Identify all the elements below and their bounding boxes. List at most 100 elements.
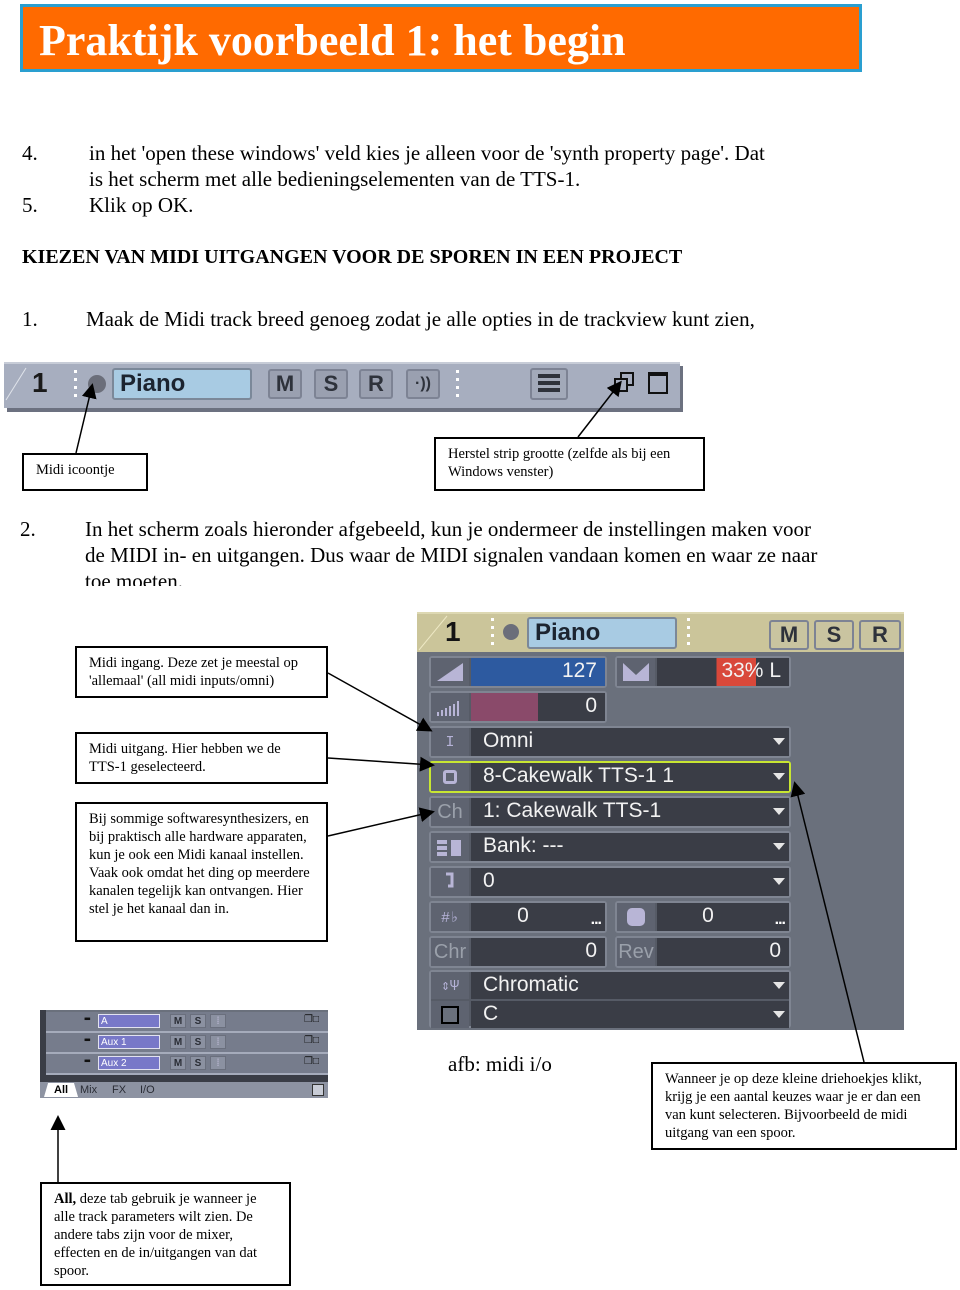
midi-output-value[interactable]: 8-Cakewalk TTS-1 1 [471, 763, 789, 791]
mini-waveform-icon[interactable]: ⁞ [210, 1014, 226, 1028]
key-value[interactable]: C [471, 1001, 789, 1028]
pan-control[interactable]: 33% L [615, 656, 791, 688]
restore-strip-size-icon[interactable] [614, 372, 634, 392]
dropdown-arrow-icon[interactable] [773, 738, 785, 745]
midi-output-dropdown[interactable]: 8-Cakewalk TTS-1 1 [429, 761, 791, 793]
step-4-line-2: is het scherm met alle bedieningselement… [89, 167, 581, 191]
drum-map-group: ⇕Ψ Chromatic C [429, 970, 791, 1028]
mini-solo-button[interactable]: S [190, 1056, 206, 1070]
solo-button[interactable]: S [314, 369, 348, 399]
patch-value[interactable]: 0 [471, 868, 789, 896]
mute-button[interactable]: M [268, 369, 302, 399]
track-name-field[interactable]: Piano [112, 368, 252, 400]
callout-all-tab-bold: All, [54, 1191, 77, 1207]
panel-drag-handle[interactable] [491, 618, 494, 646]
track-number: 1 [32, 367, 48, 398]
bank-value[interactable]: Bank: --- [471, 833, 789, 861]
mini-restore-icon[interactable]: ❐□ [304, 1056, 319, 1067]
bank-dropdown[interactable]: Bank: --- [429, 831, 791, 863]
panel-record-button[interactable]: R [859, 620, 901, 650]
mini-solo-button[interactable]: S [190, 1014, 206, 1028]
drag-grip-icon[interactable]: ▪▪▪ [84, 1035, 90, 1046]
drag-grip-icon[interactable]: ▪▪▪ [84, 1056, 90, 1067]
figure-caption: afb: midi i/o [448, 1052, 552, 1076]
tab-fx[interactable]: FX [112, 1083, 126, 1097]
tab-io[interactable]: I/O [140, 1083, 155, 1097]
pan-value[interactable]: 33% L [657, 658, 789, 686]
midi-input-value[interactable]: Omni [471, 728, 789, 756]
panel-midi-icon[interactable] [503, 624, 519, 640]
key-checkbox[interactable] [431, 1001, 469, 1028]
dropdown-arrow-icon[interactable] [773, 878, 785, 885]
pan-icon [617, 658, 655, 686]
key-offset-icon: #♭ [431, 903, 469, 931]
dropdown-arrow-icon[interactable] [773, 982, 785, 989]
mini-track-name[interactable]: A [98, 1014, 160, 1028]
input-echo-button[interactable]: ·)) [406, 369, 440, 399]
panel-drag-handle-2[interactable] [687, 618, 690, 646]
patch-dropdown[interactable]: 0 [429, 866, 791, 898]
panel-header: 1 Piano M S R [417, 612, 904, 652]
tab-all[interactable]: All [44, 1083, 79, 1097]
dropdown-arrow-icon[interactable] [773, 808, 785, 815]
midi-track-strip: 1 Piano M S R ·)) [4, 362, 680, 408]
mini-waveform-icon[interactable]: ⁞ [210, 1056, 226, 1070]
piano-roll-icon[interactable] [530, 368, 568, 400]
arrow-midi-input [327, 672, 433, 732]
panel-mute-button[interactable]: M [769, 620, 809, 650]
callout-midi-output: Midi uitgang. Hier hebben we de TTS-1 ge… [75, 732, 328, 784]
midi-output-icon [431, 763, 469, 791]
track-inspector-panel: 1 Piano M S R 127 33% L 0 I Omni 8-Cakew… [417, 612, 904, 1030]
dropdown-arrow-icon[interactable] [773, 773, 785, 780]
mini-track-row: ▪▪▪ Aux 2 M S ⁞ ❐□ [46, 1054, 328, 1075]
velocity-control[interactable]: 0 [429, 691, 607, 723]
drag-handle[interactable] [74, 370, 77, 402]
track-pane-mini: ▪▪▪ A M S ⁞ ❐□ ▪▪▪ Aux 1 M S ⁞ ❐□ ▪▪▪ Au… [40, 1010, 328, 1098]
dropdown-arrow-icon[interactable] [773, 843, 785, 850]
chorus-value[interactable]: 0 [471, 938, 605, 966]
mini-restore-icon[interactable]: ❐□ [304, 1014, 319, 1025]
drum-map-value[interactable]: Chromatic [471, 972, 789, 999]
reverb-control[interactable]: Rev 0 [615, 936, 791, 968]
title-banner: Praktijk voorbeeld 1: het begin [20, 4, 862, 72]
drag-handle-2[interactable] [456, 370, 459, 402]
maximize-strip-icon[interactable] [648, 372, 668, 394]
panel-track-name-field[interactable]: Piano [527, 617, 677, 649]
drag-grip-icon[interactable]: ▪▪▪ [84, 1014, 90, 1025]
reverb-value[interactable]: 0 [657, 938, 789, 966]
chorus-control[interactable]: Chr 0 [429, 936, 607, 968]
panel-solo-button[interactable]: S [814, 620, 854, 650]
mini-mute-button[interactable]: M [170, 1014, 186, 1028]
mini-track-row: ▪▪▪ A M S ⁞ ❐□ [46, 1012, 328, 1033]
channel-icon: Ch [431, 798, 469, 826]
mini-track-name[interactable]: Aux 1 [98, 1035, 160, 1049]
mini-solo-button[interactable]: S [190, 1035, 206, 1049]
key-offset-control[interactable]: #♭ 0 ... [429, 901, 607, 933]
drum-map-icon: ⇕Ψ [431, 972, 469, 999]
expand-tabs-icon[interactable] [312, 1084, 324, 1096]
midi-icon[interactable] [88, 375, 106, 393]
velocity-value[interactable]: 0 [471, 693, 605, 721]
midi-channel-value[interactable]: 1: Cakewalk TTS-1 [471, 798, 789, 826]
callout-midi-channel: Bij sommige softwaresynthesizers, en bij… [75, 802, 328, 942]
record-arm-button[interactable]: R [359, 369, 393, 399]
time-offset-value[interactable]: 0 [657, 903, 789, 931]
dropdown-arrow-icon[interactable] [773, 1011, 785, 1018]
volume-control[interactable]: 127 [429, 656, 607, 688]
mini-track-name[interactable]: Aux 2 [98, 1056, 160, 1070]
volume-icon [431, 658, 469, 686]
tab-mix[interactable]: Mix [80, 1083, 97, 1097]
time-offset-control[interactable]: 0 ... [615, 901, 791, 933]
volume-value[interactable]: 127 [471, 658, 605, 686]
more-icon[interactable]: ... [775, 911, 786, 929]
key-offset-value[interactable]: 0 [471, 903, 605, 931]
chorus-label: Chr [431, 938, 469, 966]
more-icon[interactable]: ... [591, 911, 602, 929]
mini-restore-icon[interactable]: ❐□ [304, 1035, 319, 1046]
midi-channel-dropdown[interactable]: Ch 1: Cakewalk TTS-1 [429, 796, 791, 828]
mini-mute-button[interactable]: M [170, 1056, 186, 1070]
mini-waveform-icon[interactable]: ⁞ [210, 1035, 226, 1049]
midi-input-dropdown[interactable]: I Omni [429, 726, 791, 758]
step-4-line-1: in het 'open these windows' veld kies je… [89, 141, 765, 165]
mini-mute-button[interactable]: M [170, 1035, 186, 1049]
